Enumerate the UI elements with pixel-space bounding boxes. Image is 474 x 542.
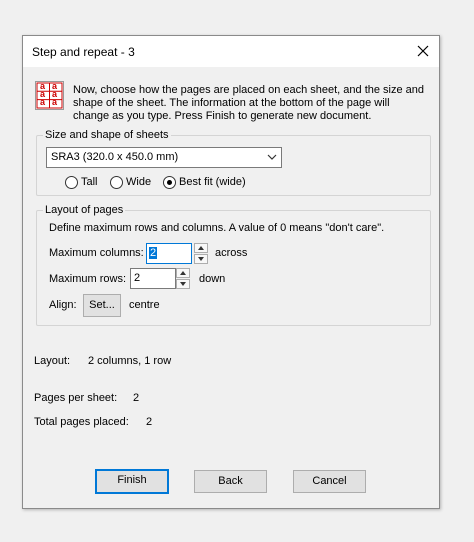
max-rows-down[interactable] (176, 279, 190, 289)
close-button[interactable] (407, 36, 439, 67)
intro-text: Now, choose how the pages are placed on … (73, 84, 425, 122)
max-columns-up[interactable] (194, 243, 208, 253)
max-columns-label: Maximum columns: (49, 247, 144, 259)
layout-group-title: Layout of pages (43, 204, 126, 217)
max-rows-unit: down (199, 273, 226, 285)
chevron-down-icon (267, 154, 277, 160)
title-bar: Step and repeat - 3 (23, 36, 439, 67)
layout-info-label: Layout: (34, 355, 71, 367)
pages-per-sheet-value: 2 (133, 392, 140, 404)
layout-info-value: 2 columns, 1 row (88, 355, 172, 367)
max-columns-spinner[interactable] (194, 243, 208, 264)
size-group-title: Size and shape of sheets (43, 129, 171, 142)
radio-tall-circle[interactable] (65, 176, 78, 189)
pages-per-sheet-label: Pages per sheet: (34, 392, 118, 404)
down-arrow-icon (180, 282, 186, 286)
max-rows-up[interactable] (176, 268, 190, 278)
radio-tall-label: Tall (81, 176, 98, 188)
max-rows-input[interactable]: 2 (130, 268, 176, 289)
max-columns-unit: across (215, 247, 248, 259)
max-columns-input[interactable]: 2 (146, 243, 192, 264)
close-icon (417, 45, 429, 57)
grid-a-icon: a a a a a a (35, 81, 64, 110)
radio-wide-label: Wide (126, 176, 152, 188)
up-arrow-icon (180, 271, 186, 275)
total-pages-label: Total pages placed: (34, 416, 129, 428)
align-value: centre (129, 299, 160, 311)
max-rows-spinner[interactable] (176, 268, 190, 289)
max-rows-label: Maximum rows: (49, 273, 127, 285)
align-set-button[interactable]: Set... (83, 294, 121, 317)
dialog-title: Step and repeat - 3 (32, 45, 135, 59)
down-arrow-icon (198, 257, 204, 261)
max-columns-down[interactable] (194, 254, 208, 264)
radio-best-fit-label: Best fit (wide) (179, 176, 246, 188)
sheet-size-value: SRA3 (320.0 x 450.0 mm) (51, 151, 179, 163)
align-label: Align: (49, 299, 77, 311)
finish-button[interactable]: Finish (95, 469, 169, 494)
sheet-size-select[interactable]: SRA3 (320.0 x 450.0 mm) (46, 147, 282, 168)
icon-letter: a (52, 97, 58, 107)
total-pages-value: 2 (146, 416, 153, 428)
max-columns-value: 2 (149, 247, 158, 259)
max-rows-value: 2 (134, 272, 141, 284)
back-button[interactable]: Back (194, 470, 267, 493)
radio-best-fit-circle[interactable] (163, 176, 176, 189)
up-arrow-icon (198, 246, 204, 250)
radio-wide-circle[interactable] (110, 176, 123, 189)
cancel-button[interactable]: Cancel (293, 470, 366, 493)
layout-description: Define maximum rows and columns. A value… (49, 222, 385, 234)
icon-letter: a (40, 97, 46, 107)
